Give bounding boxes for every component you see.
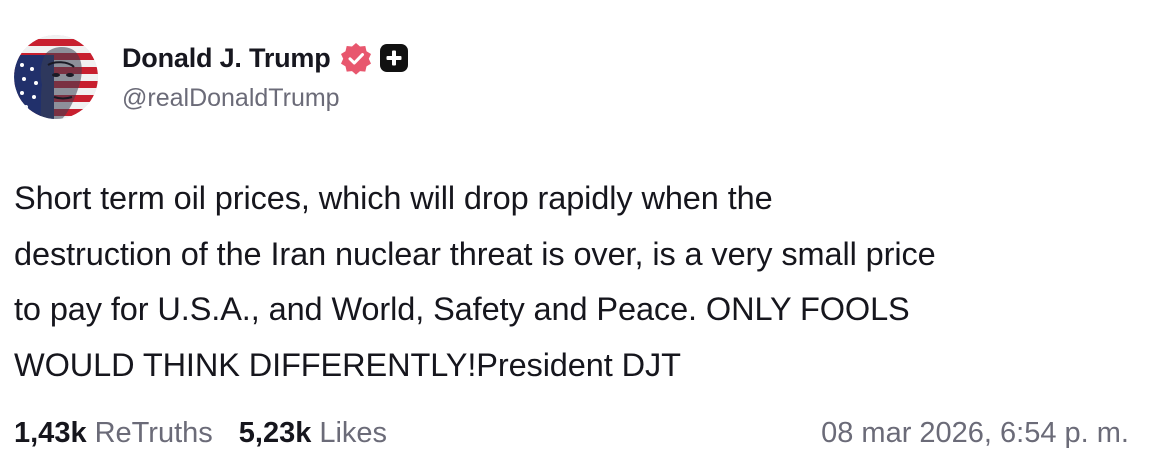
post-stats: 1,43k ReTruths 5,23k Likes	[14, 413, 387, 453]
post-line: WOULD THINK DIFFERENTLY!President DJT	[14, 346, 681, 383]
retruths-label: ReTruths	[94, 416, 213, 449]
truth-post: Donald J. Trump @realDonaldTrump Short t…	[0, 0, 1160, 476]
post-timestamp[interactable]: 08 mar 2026, 6:54 p. m.	[821, 413, 1129, 453]
likes-stat[interactable]: 5,23k Likes	[239, 417, 387, 450]
verified-badge-icon	[339, 41, 373, 75]
post-body: Short term oil prices, which will drop r…	[14, 171, 1146, 393]
plus-badge-icon	[379, 43, 409, 73]
retruths-count: 1,43k	[14, 416, 87, 449]
author-display-name[interactable]: Donald J. Trump	[122, 43, 331, 74]
flag-portrait-avatar	[14, 35, 98, 119]
post-line: Short term oil prices, which will drop r…	[14, 180, 773, 216]
retruths-stat[interactable]: 1,43k ReTruths	[14, 417, 213, 450]
author-handle[interactable]: @realDonaldTrump	[122, 84, 340, 113]
author-name-row: Donald J. Trump	[122, 40, 409, 76]
post-line: destruction of the Iran nuclear threat i…	[14, 235, 936, 272]
likes-label: Likes	[319, 416, 388, 449]
avatar[interactable]	[14, 35, 98, 119]
post-line: to pay for U.S.A., and World, Safety and…	[14, 291, 910, 327]
likes-count: 5,23k	[238, 416, 312, 449]
